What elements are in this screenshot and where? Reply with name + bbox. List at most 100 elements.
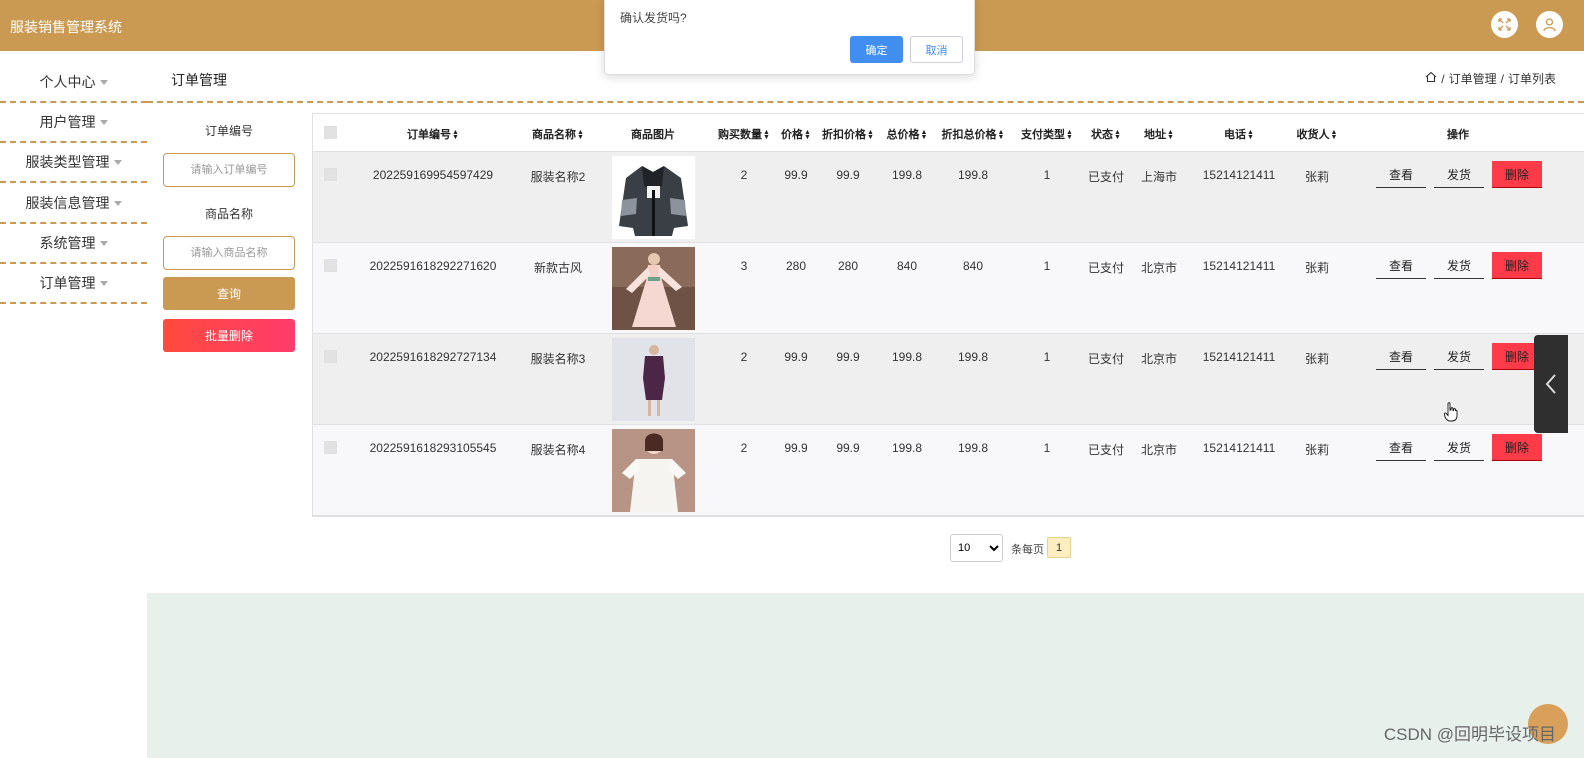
sidebar-item-clothing-info-management[interactable]: 服装信息管理	[0, 184, 147, 224]
sidebar-item-label: 系统管理	[39, 235, 96, 251]
confirm-cancel-button[interactable]: 取消	[910, 36, 963, 63]
delete-button[interactable]: 删除	[1492, 252, 1542, 279]
row-checkbox[interactable]	[324, 441, 337, 454]
quantity-cell: 2	[740, 168, 748, 182]
quantity-cell: 2	[740, 350, 748, 364]
column-header-actions: 操作	[1447, 129, 1469, 141]
column-header-address[interactable]: 地址▲ ▼	[1144, 126, 1174, 142]
column-header-phone[interactable]: 电话▲ ▼	[1224, 126, 1254, 142]
column-header-discount-total[interactable]: 折扣总价格▲ ▼	[942, 126, 1005, 142]
caret-down-icon	[113, 201, 122, 206]
product-image	[612, 429, 695, 512]
column-header-order-no[interactable]: 订单编号▲ ▼	[407, 126, 459, 142]
column-header-receiver[interactable]: 收货人▲ ▼	[1297, 126, 1338, 142]
pay-type-cell: 1	[1043, 441, 1051, 455]
sidebar-item-personal-center[interactable]: 个人中心	[0, 63, 147, 103]
quantity-cell: 3	[740, 259, 748, 273]
sidebar-item-clothing-type-management[interactable]: 服装类型管理	[0, 143, 147, 183]
discount-total-cell: 199.8	[957, 441, 989, 455]
page-size-select[interactable]: 10	[950, 534, 1003, 562]
ship-button[interactable]: 发货	[1434, 252, 1484, 279]
ship-button[interactable]: 发货	[1434, 161, 1484, 188]
dialog-message: 确认发货吗?	[620, 11, 687, 25]
receiver-cell: 张莉	[1304, 352, 1330, 366]
product-image	[612, 156, 695, 239]
order-no-label: 订单编号	[204, 124, 253, 138]
order-no-cell: 2022591618292727134	[369, 350, 497, 364]
price-cell: 99.9	[784, 168, 808, 182]
total-cell: 199.8	[891, 441, 923, 455]
status-cell: 已支付	[1087, 352, 1125, 366]
footer-area	[147, 593, 1584, 758]
column-header-total[interactable]: 总价格▲ ▼	[887, 126, 928, 142]
order-no-input[interactable]	[163, 153, 295, 187]
column-header-pay-type[interactable]: 支付类型▲ ▼	[1021, 126, 1073, 142]
breadcrumb-order-list: 订单列表	[1507, 72, 1556, 86]
app-title: 服装销售管理系统	[10, 19, 122, 35]
ship-button[interactable]: 发货	[1434, 434, 1484, 461]
breadcrumb-separator: /	[1500, 71, 1504, 86]
page-number-button[interactable]: 1	[1047, 537, 1071, 558]
breadcrumb: / 订单管理 / 订单列表	[1425, 70, 1556, 87]
phone-cell: 15214121411	[1202, 350, 1276, 364]
column-header-discount-price[interactable]: 折扣价格▲ ▼	[822, 126, 874, 142]
sidebar-item-label: 服装类型管理	[25, 154, 110, 170]
row-checkbox[interactable]	[324, 168, 337, 181]
column-header-status[interactable]: 状态▲ ▼	[1091, 126, 1121, 142]
delete-button[interactable]: 删除	[1492, 434, 1542, 461]
sidebar-item-label: 个人中心	[39, 74, 96, 90]
sidebar-item-user-management[interactable]: 用户管理	[0, 103, 147, 143]
price-cell: 99.9	[784, 350, 808, 364]
row-checkbox[interactable]	[324, 350, 337, 363]
caret-down-icon	[113, 160, 122, 165]
hand-cursor-icon	[1444, 402, 1458, 425]
divider	[147, 101, 1584, 103]
table-row: 2022591618292727134 服装名称3 2 99.9 99.9 19…	[313, 334, 1584, 425]
product-name-label: 商品名称	[204, 207, 253, 221]
quantity-cell: 2	[740, 441, 748, 455]
product-name-cell: 服装名称3	[530, 352, 586, 366]
total-cell: 840	[896, 259, 918, 273]
status-cell: 已支付	[1087, 261, 1125, 275]
user-icon[interactable]	[1536, 11, 1563, 38]
column-header-product-image: 商品图片	[631, 129, 675, 141]
phone-cell: 15214121411	[1202, 259, 1276, 273]
status-cell: 已支付	[1087, 170, 1125, 184]
delete-button[interactable]: 删除	[1492, 161, 1542, 188]
sidebar-item-order-management[interactable]: 订单管理	[0, 264, 147, 304]
pay-type-cell: 1	[1043, 350, 1051, 364]
discount-price-cell: 99.9	[836, 441, 860, 455]
column-header-quantity[interactable]: 购买数量▲ ▼	[718, 126, 770, 142]
product-image	[612, 247, 695, 330]
query-button[interactable]: 查询	[163, 277, 295, 310]
home-icon[interactable]	[1425, 71, 1437, 86]
address-cell: 北京市	[1140, 443, 1178, 457]
side-drawer-toggle[interactable]	[1534, 335, 1568, 433]
product-name-input[interactable]	[163, 236, 295, 270]
order-no-cell: 2022591618292271620	[369, 259, 497, 273]
phone-cell: 15214121411	[1202, 441, 1276, 455]
view-button[interactable]: 查看	[1376, 343, 1426, 370]
view-button[interactable]: 查看	[1376, 252, 1426, 279]
product-image	[612, 338, 695, 421]
price-cell: 280	[785, 259, 807, 273]
discount-total-cell: 840	[962, 259, 984, 273]
batch-delete-button[interactable]: 批量删除	[163, 319, 295, 352]
column-header-product-name[interactable]: 商品名称▲ ▼	[532, 126, 584, 142]
column-header-price[interactable]: 价格▲ ▼	[781, 126, 811, 142]
view-button[interactable]: 查看	[1376, 161, 1426, 188]
select-all-checkbox[interactable]	[324, 126, 337, 139]
row-checkbox[interactable]	[324, 259, 337, 272]
receiver-cell: 张莉	[1304, 261, 1330, 275]
view-button[interactable]: 查看	[1376, 434, 1426, 461]
pay-type-cell: 1	[1043, 168, 1051, 182]
sidebar-item-system-management[interactable]: 系统管理	[0, 224, 147, 264]
price-cell: 99.9	[784, 441, 808, 455]
confirm-ok-button[interactable]: 确定	[850, 36, 903, 63]
confirm-dialog: 确认发货吗? 确定 取消	[604, 0, 975, 75]
breadcrumb-order-management[interactable]: 订单管理	[1449, 70, 1497, 87]
status-cell: 已支付	[1087, 443, 1125, 457]
fullscreen-icon[interactable]	[1491, 11, 1518, 38]
caret-down-icon	[99, 281, 108, 286]
ship-button[interactable]: 发货	[1434, 343, 1484, 370]
